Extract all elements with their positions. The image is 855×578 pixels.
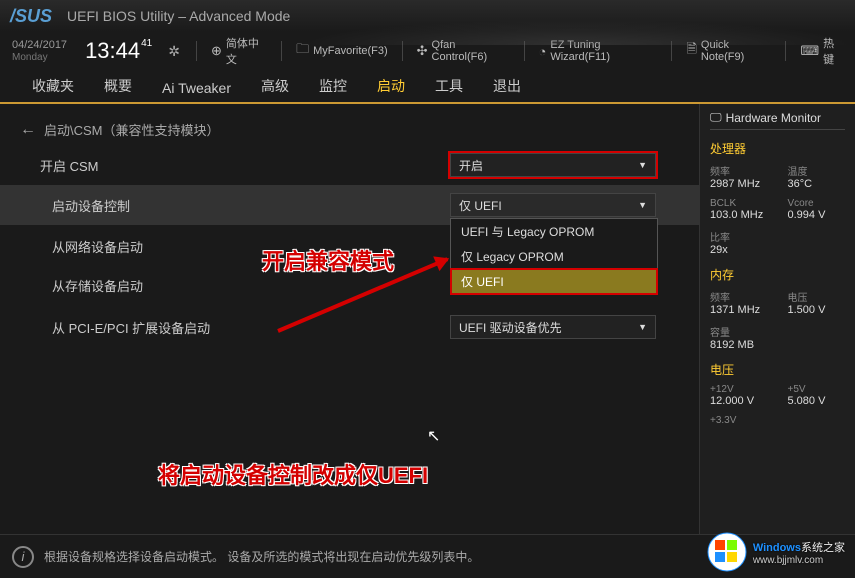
hw-monitor-title: 🖵Hardware Monitor bbox=[710, 110, 845, 130]
tab-advanced[interactable]: 高级 bbox=[259, 70, 291, 102]
bootctl-label: 启动设备控制 bbox=[40, 196, 450, 215]
chevron-down-icon: ▼ bbox=[638, 200, 647, 210]
chevron-down-icon: ▼ bbox=[638, 160, 647, 170]
tab-monitor[interactable]: 监控 bbox=[317, 70, 349, 102]
v12-value: 12.000 V bbox=[710, 395, 768, 407]
ratio-label: 比率 bbox=[710, 229, 845, 244]
v5-label: +5V bbox=[788, 384, 846, 395]
content-panel: ← 启动\CSM（兼容性支持模块） 开启 CSM 开启▼ 启动设备控制 仅 UE… bbox=[0, 104, 699, 534]
chevron-down-icon: ▼ bbox=[638, 322, 647, 332]
vcore-value: 0.994 V bbox=[788, 209, 846, 221]
cpu-temp-label: 温度 bbox=[788, 163, 846, 178]
asus-logo: /SUS bbox=[10, 6, 52, 27]
divider bbox=[196, 41, 197, 61]
csm-dropdown[interactable]: 开启▼ bbox=[450, 153, 656, 177]
tab-bar: 收藏夹 概要 Ai Tweaker 高级 监控 启动 工具 退出 bbox=[0, 70, 855, 104]
settings-gear-icon[interactable]: ✲ bbox=[168, 43, 180, 60]
pciboot-dropdown[interactable]: UEFI 驱动设备优先▼ bbox=[450, 315, 656, 339]
v33-label: +3.3V bbox=[710, 415, 845, 426]
mem-volt-value: 1.500 V bbox=[788, 304, 846, 316]
datetime-block: 04/24/2017 Monday bbox=[12, 39, 67, 62]
setting-boot-control: 启动设备控制 仅 UEFI▼ UEFI 与 Legacy OPROM 仅 Leg… bbox=[0, 185, 699, 225]
mem-freq-value: 1371 MHz bbox=[710, 304, 768, 316]
pciboot-label: 从 PCI-E/PCI 扩展设备启动 bbox=[40, 318, 450, 337]
dropdown-option[interactable]: UEFI 与 Legacy OPROM bbox=[451, 219, 657, 244]
hardware-monitor-panel: 🖵Hardware Monitor 处理器 频率2987 MHz 温度36°C … bbox=[699, 104, 855, 534]
setting-csm: 开启 CSM 开启▼ bbox=[0, 145, 699, 185]
mem-section-title: 内存 bbox=[710, 266, 845, 283]
date-text: 04/24/2017 bbox=[12, 39, 67, 51]
tab-aitweaker[interactable]: Ai Tweaker bbox=[160, 74, 233, 102]
cpu-section-title: 处理器 bbox=[710, 140, 845, 157]
language-selector[interactable]: ⊕简体中文 bbox=[211, 35, 267, 67]
volt-section-title: 电压 bbox=[710, 361, 845, 378]
info-icon: i bbox=[12, 546, 34, 568]
vcore-label: Vcore bbox=[788, 198, 846, 209]
v5-value: 5.080 V bbox=[788, 395, 846, 407]
mem-freq-label: 频率 bbox=[710, 289, 768, 304]
header-decoration bbox=[300, 20, 855, 45]
tab-boot[interactable]: 启动 bbox=[375, 70, 407, 102]
help-text: 根据设备规格选择设备启动模式。 设备及所选的模式将出现在启动优先级列表中。 bbox=[44, 548, 479, 565]
storageboot-label: 从存储设备启动 bbox=[40, 276, 450, 295]
csm-label: 开启 CSM bbox=[40, 156, 450, 175]
bclk-label: BCLK bbox=[710, 198, 768, 209]
tab-exit[interactable]: 退出 bbox=[491, 70, 523, 102]
cpu-temp-value: 36°C bbox=[788, 178, 846, 190]
app-title: UEFI BIOS Utility – Advanced Mode bbox=[67, 8, 290, 24]
breadcrumb: ← 启动\CSM（兼容性支持模块） bbox=[0, 114, 699, 145]
mem-volt-label: 电压 bbox=[788, 289, 846, 304]
cpu-freq-label: 频率 bbox=[710, 163, 768, 178]
tab-favorite[interactable]: 收藏夹 bbox=[30, 70, 76, 102]
dropdown-option-selected[interactable]: 仅 UEFI bbox=[451, 269, 657, 294]
time-text: 13:4441 bbox=[85, 38, 152, 64]
breadcrumb-text: 启动\CSM（兼容性支持模块） bbox=[44, 120, 220, 139]
mem-cap-label: 容量 bbox=[710, 324, 845, 339]
back-arrow-icon[interactable]: ← bbox=[20, 121, 36, 139]
bootctl-options-menu: UEFI 与 Legacy OPROM 仅 Legacy OPROM 仅 UEF… bbox=[450, 218, 658, 295]
globe-icon: ⊕ bbox=[211, 43, 222, 59]
windows-logo-icon bbox=[707, 532, 747, 572]
day-text: Monday bbox=[12, 52, 67, 63]
ratio-value: 29x bbox=[710, 244, 845, 256]
keyboard-icon: ⌨ bbox=[800, 43, 819, 59]
monitor-icon: 🖵 bbox=[710, 110, 722, 125]
bootctl-dropdown[interactable]: 仅 UEFI▼ UEFI 与 Legacy OPROM 仅 Legacy OPR… bbox=[450, 193, 656, 217]
tab-tool[interactable]: 工具 bbox=[433, 70, 465, 102]
dropdown-option[interactable]: 仅 Legacy OPROM bbox=[451, 244, 657, 269]
mouse-cursor-icon: ↖ bbox=[427, 426, 440, 446]
tab-main[interactable]: 概要 bbox=[102, 70, 134, 102]
fan-icon: ✣ bbox=[417, 43, 428, 59]
divider bbox=[281, 41, 282, 61]
netboot-label: 从网络设备启动 bbox=[40, 237, 450, 256]
bclk-value: 103.0 MHz bbox=[710, 209, 768, 221]
setting-pciboot: 从 PCI-E/PCI 扩展设备启动 UEFI 驱动设备优先▼ bbox=[0, 307, 699, 347]
v12-label: +12V bbox=[710, 384, 768, 395]
annotation-2: 将启动设备控制改成仅UEFI bbox=[158, 458, 428, 490]
wizard-icon: ◔ bbox=[539, 44, 547, 59]
mem-cap-value: 8192 MB bbox=[710, 339, 845, 351]
cpu-freq-value: 2987 MHz bbox=[710, 178, 768, 190]
watermark: Windows系统之家 www.bjjmlv.com bbox=[707, 532, 845, 572]
